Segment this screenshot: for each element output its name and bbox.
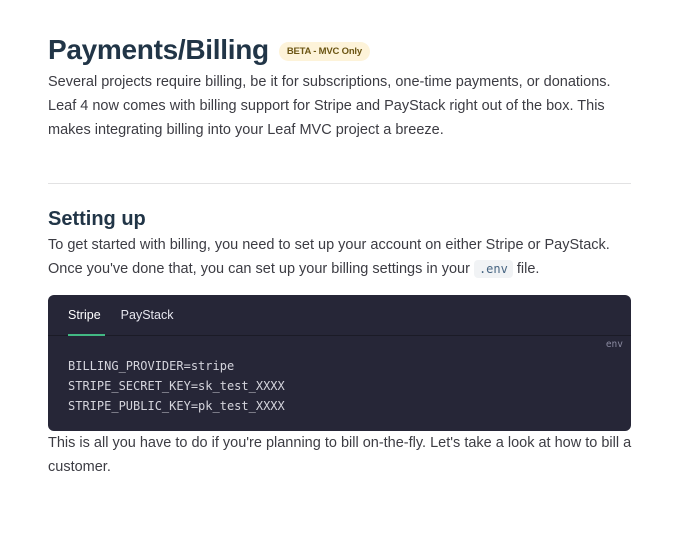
code-content: BILLING_PROVIDER=stripe STRIPE_SECRET_KEY… <box>48 336 631 416</box>
tab-stripe[interactable]: Stripe <box>68 295 105 336</box>
setup-text-after: file. <box>512 261 540 277</box>
env-inline-code: .env <box>473 260 513 278</box>
beta-badge: BETA - MVC Only <box>278 41 370 61</box>
code-line: STRIPE_PUBLIC_KEY=pk_test_XXXX <box>68 399 285 413</box>
code-tabs: Stripe PayStack <box>48 295 631 336</box>
doc-content: Payments/Billing BETA - MVC Only Several… <box>0 0 680 479</box>
intro-paragraph: Several projects require billing, be it … <box>48 74 611 138</box>
title-row: Payments/Billing BETA - MVC Only <box>48 0 632 70</box>
code-block: Stripe PayStack env BILLING_PROVIDER=str… <box>48 295 631 431</box>
code-line: STRIPE_SECRET_KEY=sk_test_XXXX <box>68 379 285 393</box>
outro-paragraph: This is all you have to do if you're pla… <box>48 435 632 475</box>
page-title: Payments/Billing <box>48 34 269 65</box>
code-language-label: env <box>605 339 623 350</box>
section-divider <box>48 183 631 184</box>
setup-paragraph: To get started with billing, you need to… <box>48 233 628 281</box>
section-heading-setting-up: Setting up <box>48 208 146 230</box>
code-line: BILLING_PROVIDER=stripe <box>68 359 235 373</box>
tab-paystack[interactable]: PayStack <box>121 295 174 335</box>
